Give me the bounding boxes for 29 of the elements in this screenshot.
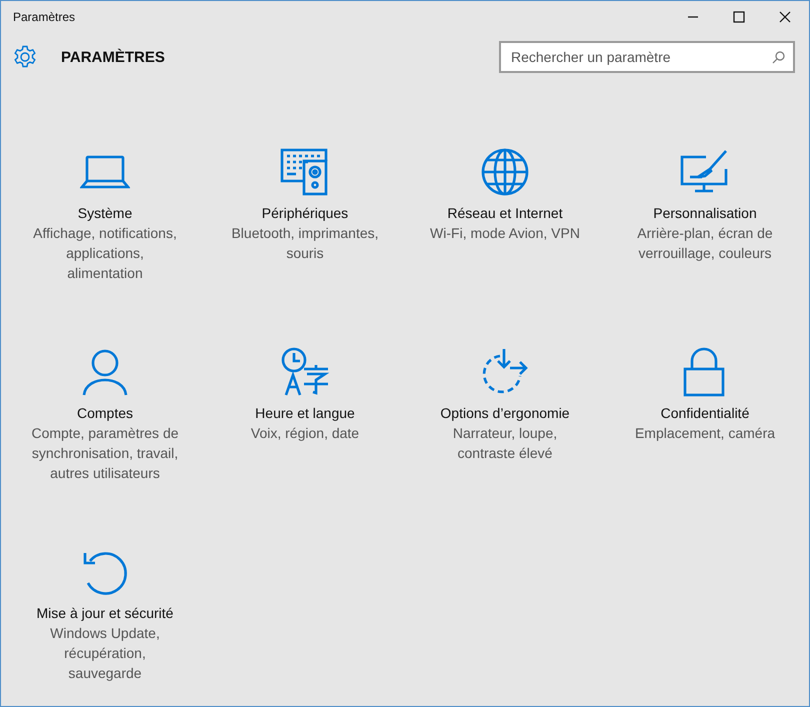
search-field[interactable]: Rechercher un paramètre — [499, 41, 795, 73]
category-title[interactable]: Confidentialité — [660, 403, 750, 423]
person-icon[interactable] — [80, 347, 130, 397]
category-description: Arrière-plan, écran de verrouillage, couleurs — [636, 224, 774, 263]
category-description: Bluetooth, imprimantes, souris — [230, 224, 380, 263]
category-title[interactable]: Périphériques — [262, 203, 348, 223]
keyboard-and-speaker-icon[interactable] — [280, 147, 330, 197]
window-title: Paramètres — [13, 10, 76, 24]
category-title[interactable]: Heure et langue — [255, 403, 355, 423]
category-description: Compte, paramètres de synchronisation, travail, autres utilisateurs — [30, 424, 180, 483]
category-description: Narrateur, loupe, contraste élevé — [452, 424, 558, 463]
category-description: Emplacement, caméra — [634, 424, 776, 443]
category-description: Voix, région, date — [250, 424, 360, 443]
settings-icon — [13, 45, 37, 69]
clock-and-characters-icon[interactable] — [280, 347, 330, 397]
maximize-icon[interactable] — [733, 10, 745, 22]
category-description: Windows Update, récupération, sauvegarde — [49, 624, 161, 683]
category-title[interactable]: Mise à jour et sécurité — [36, 603, 174, 623]
category-title[interactable]: Système — [78, 203, 132, 223]
category-description: Wi-Fi, mode Avion, VPN — [429, 224, 581, 243]
category-title[interactable]: Réseau et Internet — [447, 203, 563, 223]
category-title[interactable]: Comptes — [76, 403, 134, 423]
search-icon[interactable] — [772, 51, 785, 64]
page-title: PARAMÈTRES — [61, 48, 166, 66]
globe-icon[interactable] — [480, 147, 530, 197]
category-title[interactable]: Personnalisation — [653, 203, 757, 223]
category-description: Affichage, notifications, applications, alimentation — [32, 224, 178, 283]
category-title[interactable]: Options d’ergonomie — [440, 403, 570, 423]
close-icon[interactable] — [779, 10, 791, 22]
